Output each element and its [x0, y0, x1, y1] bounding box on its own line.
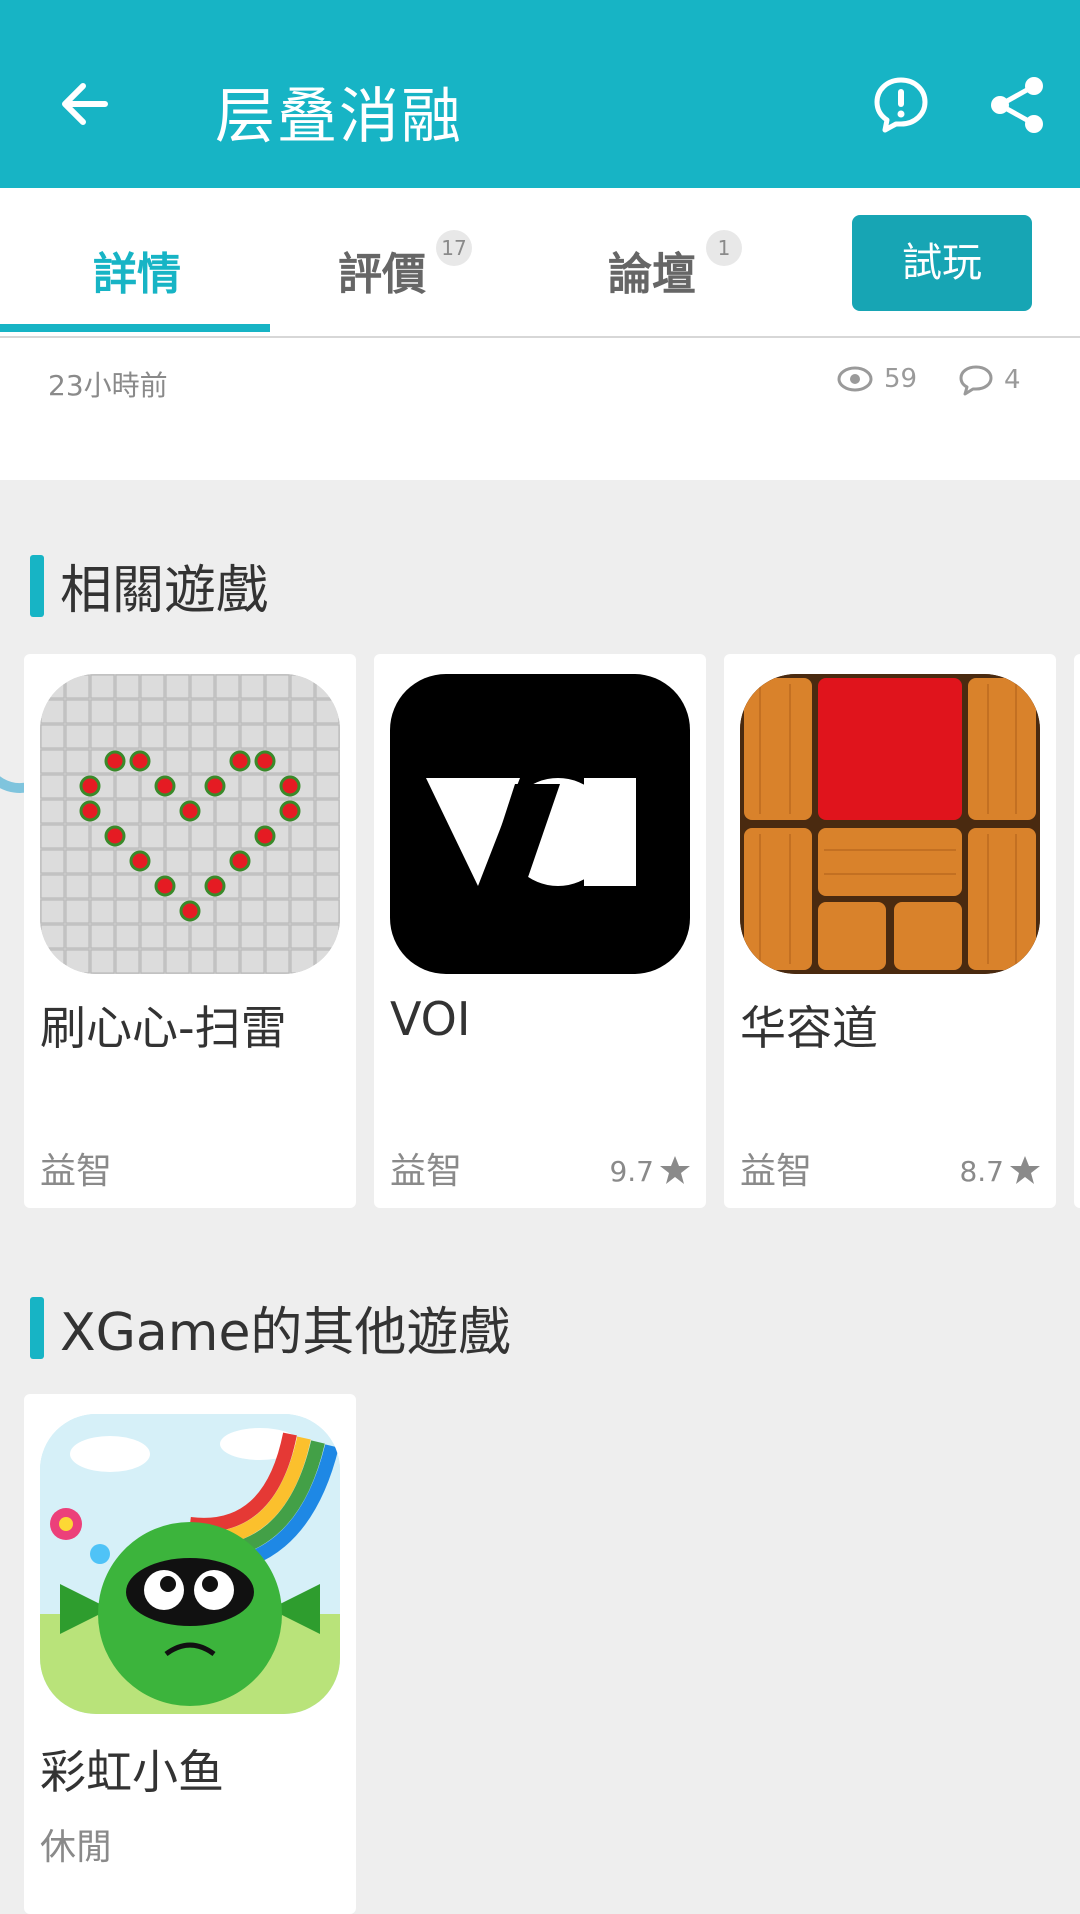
game-card[interactable]: 刷心心-扫雷 益智 [24, 654, 356, 1208]
tab-forum-label: 論壇 [608, 249, 696, 300]
post-time: 23小時前 [48, 369, 168, 402]
related-games-heading: 相關遊戲 [30, 548, 268, 623]
game-rating: 8.7 [959, 1154, 1042, 1188]
game-name: VOI [390, 992, 471, 1046]
game-rating: 9.7 [609, 1154, 692, 1188]
tab-details-label: 詳情 [93, 249, 181, 300]
section-accent-bar [30, 1296, 44, 1359]
other-games-title: XGame的其他遊戲 [60, 1303, 511, 1363]
huarong-road-app-icon [740, 674, 1040, 974]
back-arrow-icon[interactable] [55, 74, 115, 134]
tab-details[interactable]: 詳情 [93, 238, 181, 302]
rating-value: 9.7 [609, 1154, 654, 1188]
game-card[interactable]: 彩虹小鱼 休閒 [24, 1394, 356, 1914]
try-play-button[interactable]: 試玩 [852, 215, 1032, 311]
other-games-heading: XGame的其他遊戲 [30, 1290, 510, 1365]
game-category: 益智 [40, 1151, 113, 1192]
eye-icon [837, 366, 873, 392]
game-name: 华容道 [740, 1001, 878, 1055]
tab-forum[interactable]: 論壇 1 [608, 230, 742, 302]
report-icon[interactable] [870, 74, 932, 136]
page-title: 层叠消融 [215, 82, 463, 152]
section-accent-bar [30, 554, 44, 617]
game-card[interactable]: VOI 益智 9.7 [374, 654, 706, 1208]
tab-reviews[interactable]: 評價 17 [338, 230, 472, 302]
share-icon[interactable] [986, 74, 1048, 136]
minesweeper-hearts-app-icon [40, 674, 340, 974]
star-icon [1010, 1156, 1040, 1184]
game-name: 刷心心-扫雷 [40, 1001, 287, 1055]
star-icon [660, 1156, 690, 1184]
app-bar: 层叠消融 [0, 0, 1080, 188]
comments-stat: 4 [958, 364, 1021, 396]
rainbow-fish-app-icon [40, 1414, 340, 1714]
tab-forum-badge: 1 [706, 230, 742, 266]
tab-bar: 詳情 評價 17 論壇 1 試玩 [0, 188, 1080, 338]
comments-count: 4 [1004, 365, 1021, 395]
views-count: 59 [884, 364, 918, 394]
views-stat: 59 [836, 364, 917, 394]
related-games-title: 相關遊戲 [60, 561, 269, 621]
tab-indicator [0, 324, 270, 332]
game-card-partial[interactable] [1074, 654, 1080, 1208]
voi-app-icon [390, 674, 690, 974]
rating-value: 8.7 [959, 1154, 1004, 1188]
game-category: 休閒 [40, 1827, 113, 1868]
tab-reviews-badge: 17 [436, 230, 472, 266]
tab-reviews-label: 評價 [338, 249, 426, 300]
game-name: 彩虹小鱼 [40, 1745, 224, 1799]
game-category: 益智 [740, 1151, 813, 1192]
comment-icon [959, 365, 993, 396]
post-meta: 23小時前 59 4 [0, 338, 1080, 480]
game-card[interactable]: 华容道 益智 8.7 [724, 654, 1056, 1208]
game-category: 益智 [390, 1151, 463, 1192]
